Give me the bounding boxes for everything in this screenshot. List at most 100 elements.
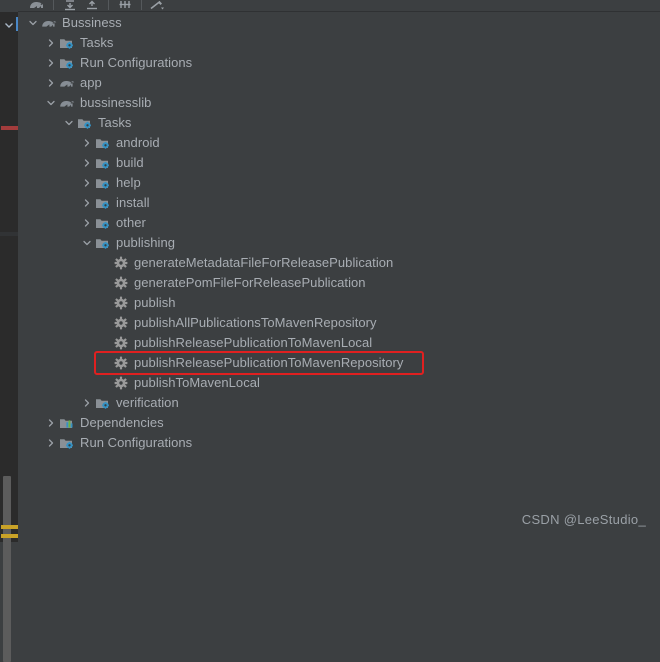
folder-task-icon: [94, 153, 112, 173]
folder-task-icon: [94, 233, 112, 253]
build-tool-icon[interactable]: [147, 0, 169, 11]
chevron-right-icon[interactable]: [80, 213, 94, 233]
folder-task-icon: [76, 113, 94, 133]
chevron-right-icon[interactable]: [44, 33, 58, 53]
tree-row-label: help: [116, 175, 141, 190]
tree-row[interactable]: Run Configurations: [18, 53, 660, 73]
gradle-elephant-icon: [40, 13, 58, 33]
chevron-right-icon[interactable]: [80, 393, 94, 413]
tree-row[interactable]: Tasks: [18, 113, 660, 133]
tree-row-label: publishReleasePublicationToMavenLocal: [134, 335, 373, 350]
tree-row[interactable]: Dependencies: [18, 413, 660, 433]
tree-row[interactable]: publishAllPublicationsToMavenRepository: [18, 313, 660, 333]
tree-row[interactable]: build: [18, 153, 660, 173]
editor-scrollbar-track[interactable]: [0, 236, 18, 662]
tree-row[interactable]: bussinesslib: [18, 93, 660, 113]
gradle-elephant-icon[interactable]: [26, 0, 48, 11]
tree-row-label: Tasks: [80, 35, 114, 50]
tree-row[interactable]: install: [18, 193, 660, 213]
tree-row-label: bussinesslib: [80, 95, 152, 110]
chevron-right-icon[interactable]: [44, 413, 58, 433]
tree-row-label: generatePomFileForReleasePublication: [134, 275, 366, 290]
tree-row-label: android: [116, 135, 160, 150]
toggle-offline-icon[interactable]: [114, 0, 136, 11]
strip-top-filler: [0, 0, 18, 12]
warning-marker[interactable]: [1, 525, 18, 529]
tree-row-label: app: [80, 75, 102, 90]
folder-task-icon: [94, 213, 112, 233]
chevron-down-icon[interactable]: [62, 113, 76, 133]
tree-row[interactable]: help: [18, 173, 660, 193]
tree-row[interactable]: publishing: [18, 233, 660, 253]
gear-task-icon: [112, 353, 130, 373]
folder-task-icon: [94, 193, 112, 213]
folder-task-icon: [58, 33, 76, 53]
tree-row[interactable]: Bussiness: [18, 13, 660, 33]
tree-row-label: Run Configurations: [80, 55, 193, 70]
tree-row[interactable]: other: [18, 213, 660, 233]
gradle-toolbar: [18, 0, 660, 12]
folder-task-icon: [94, 173, 112, 193]
tree-row-label: Dependencies: [80, 415, 164, 430]
gradle-project-tree[interactable]: Bussiness Tasks Run Configurations app bussi…: [18, 13, 660, 542]
chevron-right-icon[interactable]: [80, 173, 94, 193]
editor-gutter-strip: [0, 0, 18, 662]
gear-task-icon: [112, 253, 130, 273]
tree-row[interactable]: verification: [18, 393, 660, 413]
error-marker[interactable]: [1, 126, 18, 130]
dependencies-icon: [58, 413, 76, 433]
tree-row-label: Tasks: [98, 115, 132, 130]
chevron-down-icon[interactable]: [44, 93, 58, 113]
tree-row[interactable]: publishToMavenLocal: [18, 373, 660, 393]
tree-row[interactable]: Tasks: [18, 33, 660, 53]
chevron-right-icon[interactable]: [80, 193, 94, 213]
gradle-tool-window: Bussiness Tasks Run Configurations app bussi…: [0, 0, 660, 662]
tree-row-label: publishReleasePublicationToMavenReposito…: [134, 355, 404, 370]
gear-task-icon: [112, 273, 130, 293]
tree-row-label: Bussiness: [62, 15, 122, 30]
toolbar-separator: [53, 0, 54, 10]
tree-row[interactable]: Run Configurations: [18, 433, 660, 453]
tree-row[interactable]: publishReleasePublicationToMavenReposito…: [18, 353, 660, 373]
gear-task-icon: [112, 313, 130, 333]
tree-row[interactable]: publish: [18, 293, 660, 313]
chevron-right-icon[interactable]: [44, 53, 58, 73]
chevron-right-icon[interactable]: [80, 153, 94, 173]
gradle-elephant-icon: [58, 93, 76, 113]
toolbar-separator: [108, 0, 109, 10]
tree-row[interactable]: generateMetadataFileForReleasePublicatio…: [18, 253, 660, 273]
tree-row-label: install: [116, 195, 150, 210]
expand-all-icon[interactable]: [81, 0, 103, 11]
chevron-right-icon[interactable]: [44, 433, 58, 453]
tree-row-label: other: [116, 215, 146, 230]
chevron-down-icon[interactable]: [80, 233, 94, 253]
editor-scrollbar-thumb[interactable]: [3, 476, 11, 662]
tree-row[interactable]: app: [18, 73, 660, 93]
tree-row-label: generateMetadataFileForReleasePublicatio…: [134, 255, 394, 270]
gear-task-icon: [112, 333, 130, 353]
tree-row-label: build: [116, 155, 144, 170]
tree-row[interactable]: publishReleasePublicationToMavenLocal: [18, 333, 660, 353]
tree-row-label: verification: [116, 395, 179, 410]
warning-marker[interactable]: [1, 534, 18, 538]
collapse-chevron-icon[interactable]: [3, 18, 15, 30]
chevron-right-icon[interactable]: [44, 73, 58, 93]
chevron-down-icon[interactable]: [26, 13, 40, 33]
folder-task-icon: [94, 393, 112, 413]
chevron-right-icon[interactable]: [80, 133, 94, 153]
collapse-all-icon[interactable]: [59, 0, 81, 11]
tree-row-label: Run Configurations: [80, 435, 193, 450]
tree-row[interactable]: generatePomFileForReleasePublication: [18, 273, 660, 293]
tree-row-label: publish: [134, 295, 176, 310]
folder-task-icon: [58, 433, 76, 453]
gradle-elephant-icon: [58, 73, 76, 93]
folder-task-icon: [94, 133, 112, 153]
tree-row[interactable]: android: [18, 133, 660, 153]
